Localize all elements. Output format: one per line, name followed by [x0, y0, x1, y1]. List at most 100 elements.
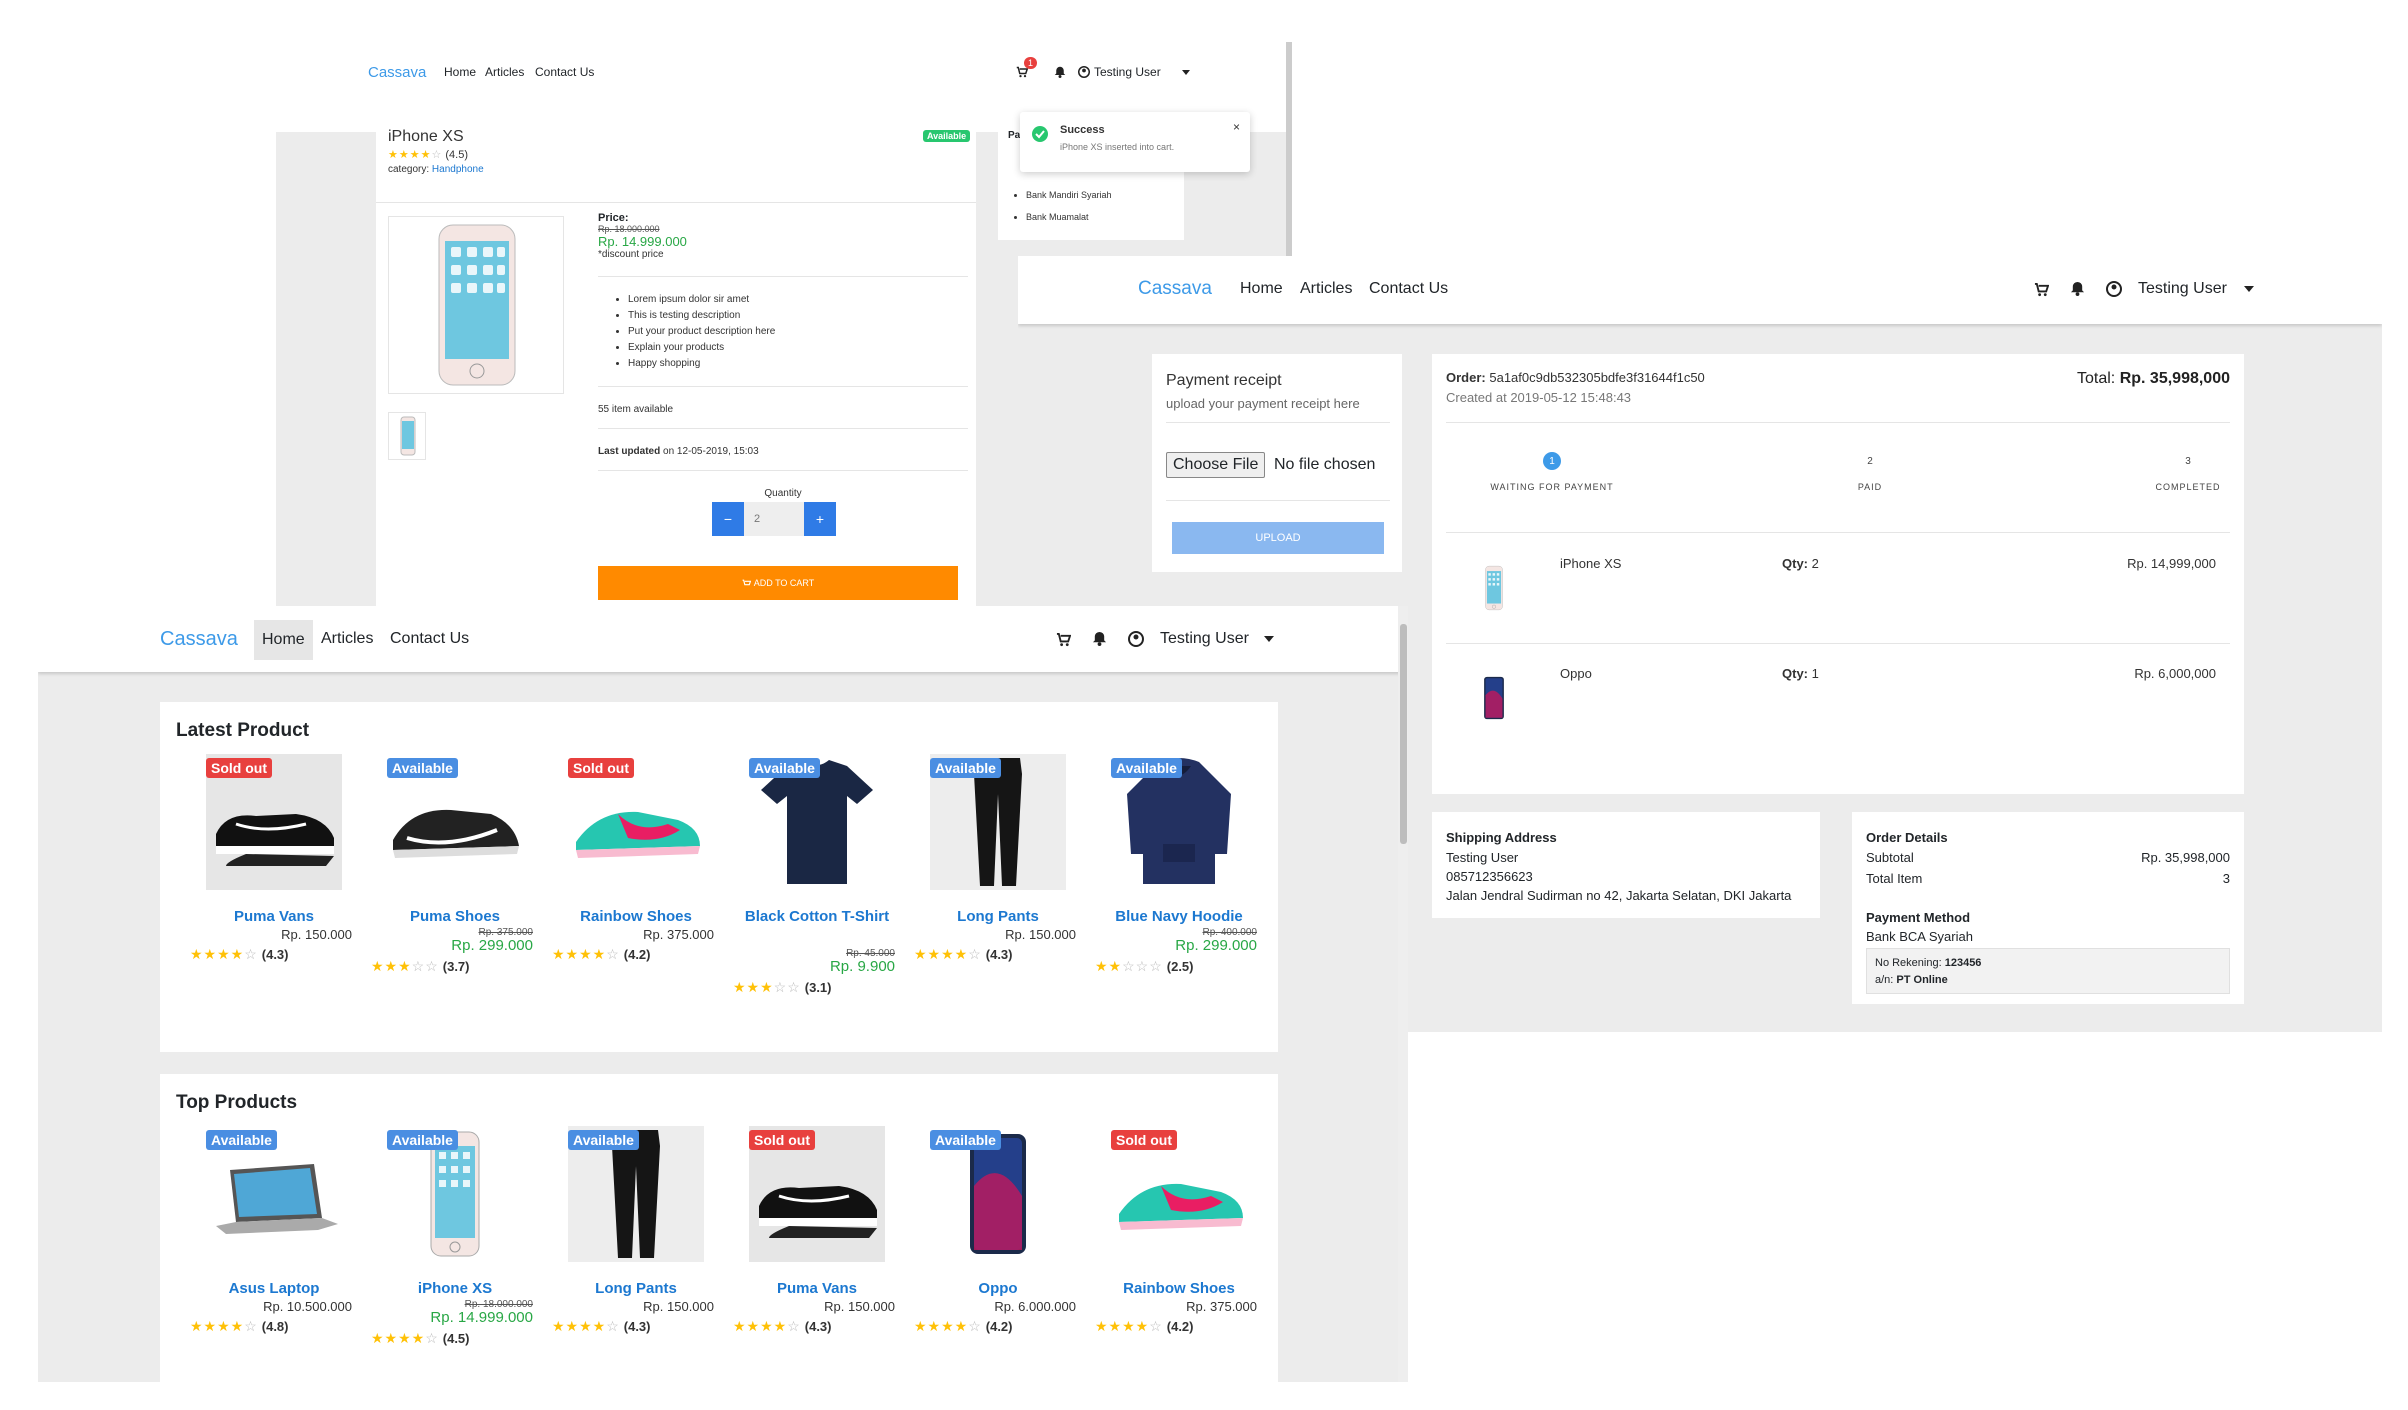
order-item-price: Rp. 6,000,000 — [2134, 666, 2216, 681]
rating-stars-empty: ☆ — [606, 946, 620, 962]
bell-icon[interactable] — [2070, 281, 2085, 296]
product-name-link[interactable]: Asus Laptop — [184, 1278, 364, 1299]
nav-contact[interactable]: Contact Us — [1369, 280, 1448, 298]
product-price: Rp. 6.000.000 — [994, 1299, 1076, 1314]
product-name-link[interactable]: Rainbow Shoes — [1089, 1278, 1269, 1299]
user-menu[interactable]: Testing User — [2138, 280, 2227, 298]
price-block: Rp. 6.000.000 — [908, 1299, 1076, 1314]
chevron-down-icon[interactable] — [2244, 286, 2254, 292]
add-to-cart-button[interactable]: ADD TO CART — [598, 566, 958, 600]
divider — [1166, 500, 1390, 501]
rating-stars: ★★★★ — [552, 946, 607, 962]
an-label: a/n: — [1875, 974, 1894, 986]
scrollbar[interactable] — [1286, 42, 1292, 262]
rating-score: (2.5) — [1166, 959, 1194, 974]
feature-item: Happy shopping — [628, 356, 775, 372]
user-menu[interactable]: Testing User — [1094, 65, 1161, 79]
nav-articles[interactable]: Articles — [1300, 280, 1352, 298]
product-name-link[interactable]: Puma Vans — [184, 906, 364, 927]
product-card[interactable]: Available iPhone XS Rp. 18.000.000 Rp. 14.9… — [365, 1126, 545, 1382]
product-card[interactable]: Available Black Cotton T-Shirt Rp. 45.000 R… — [727, 754, 907, 1022]
nav-articles[interactable]: Articles — [321, 630, 373, 648]
quantity-minus-button[interactable]: − — [712, 502, 744, 536]
price-block: Rp. 10.500.000 — [184, 1299, 352, 1314]
product-name-link[interactable]: iPhone XS — [365, 1278, 545, 1299]
product-name-link[interactable]: Oppo — [908, 1278, 1088, 1299]
home-window: Cassava Home Articles Contact Us Testing… — [38, 606, 1408, 1382]
product-card[interactable]: Available Oppo Rp. 6.000.000 ★★★★☆ (4.2) — [908, 1126, 1088, 1382]
discount-note: *discount price — [598, 249, 664, 260]
qty-value: 2 — [1808, 556, 1819, 571]
brand-logo[interactable]: Cassava — [160, 628, 238, 651]
product-rating: ★★★★☆ (4.3) — [733, 1318, 913, 1335]
product-card[interactable]: Sold out Puma Vans Rp. 150.000 ★★★★☆ (4.3) — [727, 1126, 907, 1382]
order-created: Created at 2019-05-12 15:48:43 — [1446, 390, 1632, 405]
feature-item: Put your product description here — [628, 324, 775, 340]
product-name-link[interactable]: Black Cotton T-Shirt — [727, 906, 907, 927]
product-card[interactable]: Available Puma Shoes Rp. 375.000 Rp. 299.00… — [365, 754, 545, 1022]
quantity-plus-button[interactable]: + — [804, 502, 836, 536]
product-thumbnail[interactable] — [388, 412, 426, 460]
product-name-link[interactable]: Rainbow Shoes — [546, 906, 726, 927]
cart-icon — [742, 579, 751, 588]
quantity-input[interactable]: 2 — [744, 502, 804, 536]
nav-contact[interactable]: Contact Us — [390, 630, 469, 648]
bank-item: Bank Muamalat — [1026, 206, 1112, 228]
status-badge: Sold out — [206, 758, 272, 778]
cart-icon[interactable] — [1056, 632, 1071, 647]
user-icon[interactable] — [2106, 281, 2122, 297]
quantity-stepper[interactable]: − 2 + — [712, 502, 836, 536]
chevron-down-icon[interactable] — [1264, 636, 1274, 642]
brand-logo[interactable]: Cassava — [368, 64, 426, 81]
product-card[interactable]: Available Asus Laptop Rp. 10.500.000 ★★★★☆(… — [184, 1126, 364, 1382]
product-price: Rp. 375.000 — [643, 927, 714, 942]
shipping-card: Shipping Address Testing User 0857123566… — [1432, 812, 1820, 918]
category-link[interactable]: Handphone — [432, 164, 484, 175]
order-item-name: iPhone XS — [1560, 556, 1622, 571]
bell-icon[interactable] — [1092, 631, 1107, 646]
toast-title: Success — [1060, 124, 1105, 136]
product-name-link[interactable]: Puma Shoes — [365, 906, 545, 927]
status-badge: Sold out — [568, 758, 634, 778]
bell-icon[interactable] — [1054, 66, 1066, 78]
rating-stars: ★★★★ — [190, 946, 245, 962]
nav-home[interactable]: Home — [254, 620, 313, 660]
rating-stars: ★★★★ — [1095, 1318, 1150, 1334]
rating-stars: ★★★★ — [190, 1318, 245, 1334]
user-icon[interactable] — [1078, 66, 1090, 78]
user-icon[interactable] — [1128, 631, 1144, 647]
product-card[interactable]: Available Blue Navy Hoodie Rp. 400.000 Rp. … — [1089, 754, 1269, 1022]
product-name-link[interactable]: Puma Vans — [727, 1278, 907, 1299]
upload-button[interactable]: UPLOAD — [1172, 522, 1384, 554]
cart-icon[interactable] — [2034, 282, 2049, 297]
product-name-link[interactable]: Blue Navy Hoodie — [1089, 906, 1269, 927]
product-card[interactable]: Sold out Puma Vans Rp. 150.000 ★★★★☆ (4.3) — [184, 754, 364, 1022]
nav-home[interactable]: Home — [444, 65, 476, 79]
payment-receipt-card: Payment receipt upload your payment rece… — [1152, 354, 1402, 572]
price-block: Rp. 45.000 Rp. 9.900 — [727, 948, 895, 975]
success-toast: Success iPhone XS inserted into cart. × — [1020, 112, 1250, 172]
order-items: iPhone XS Qty: 2 Rp. 14,999,000 Oppo Qty: 1 R… — [1446, 534, 2230, 774]
scrollbar-thumb[interactable] — [1400, 624, 1407, 844]
nav-home[interactable]: Home — [1240, 280, 1283, 298]
price-block: Rp. 150.000 — [727, 1299, 895, 1314]
product-card[interactable]: Available Long Pants Rp. 150.000 ★★★★☆ (4.3) — [908, 754, 1088, 1022]
order-item-row: iPhone XS Qty: 2 Rp. 14,999,000 — [1446, 534, 2230, 644]
choose-file-button[interactable]: Choose File — [1166, 452, 1266, 478]
order-item-price: Rp. 14,999,000 — [2127, 556, 2216, 571]
nav-contact[interactable]: Contact Us — [535, 65, 594, 79]
brand-logo[interactable]: Cassava — [1138, 278, 1212, 300]
order-details-card: Order Details Subtotal Rp. 35,998,000 To… — [1852, 812, 2244, 1004]
nav-articles[interactable]: Articles — [485, 65, 524, 79]
last-updated: Last updated on 12-05-2019, 15:03 — [598, 446, 759, 457]
user-menu[interactable]: Testing User — [1160, 630, 1249, 648]
product-name-link[interactable]: Long Pants — [908, 906, 1088, 927]
price-block: Rp. 375.000 Rp. 299.000 — [365, 927, 533, 954]
chevron-down-icon[interactable] — [1182, 70, 1190, 75]
step-number: 3 — [2185, 455, 2191, 467]
close-icon[interactable]: × — [1233, 120, 1240, 134]
product-card[interactable]: Sold out Rainbow Shoes Rp. 375.000 ★★★★☆ (4.… — [546, 754, 726, 1022]
product-card[interactable]: Sold out Rainbow Shoes Rp. 375.000 ★★★★☆ (4.… — [1089, 1126, 1269, 1382]
product-name-link[interactable]: Long Pants — [546, 1278, 726, 1299]
product-card[interactable]: Available Long Pants Rp. 150.000 ★★★★☆ (4.3) — [546, 1126, 726, 1382]
